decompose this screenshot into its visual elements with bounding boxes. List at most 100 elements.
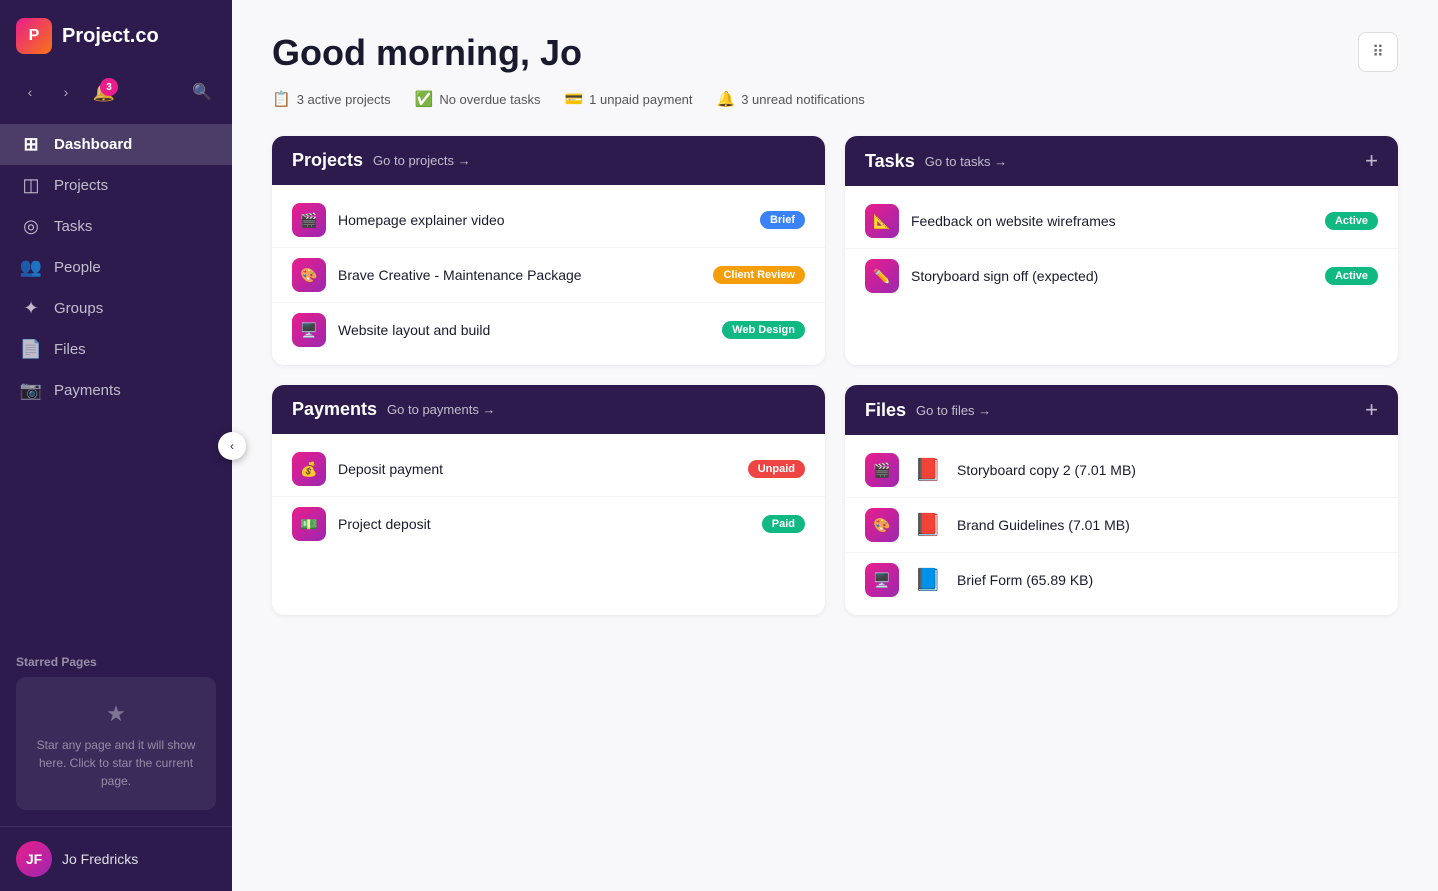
nav-controls: ‹ › 🔔 3 🔍 <box>0 72 232 120</box>
tasks-goto-link[interactable]: Go to tasks → <box>925 154 1007 169</box>
nav-forward-button[interactable]: › <box>52 78 80 106</box>
user-profile[interactable]: JF Jo Fredricks <box>0 826 232 891</box>
sidebar-item-groups[interactable]: ✦ Groups <box>0 288 232 329</box>
logo-icon: P <box>16 18 52 54</box>
avatar: 📐 <box>865 204 899 238</box>
table-row: ✏️ Storyboard sign off (expected) Active <box>845 249 1398 303</box>
bell-icon: 🔔 <box>717 90 736 108</box>
avatar: 🖥️ <box>865 563 899 597</box>
dashboard-grid: Projects Go to projects → 🎬 Homepage exp… <box>272 136 1398 615</box>
dashboard-icon: ⊞ <box>20 134 42 155</box>
projects-goto-link[interactable]: Go to projects → <box>373 153 471 168</box>
table-row: 💰 Deposit payment Unpaid <box>272 442 825 497</box>
user-name: Jo Fredricks <box>62 851 138 867</box>
sidebar-collapse-button[interactable]: ‹ <box>218 432 246 460</box>
file-label: Storyboard copy 2 (7.01 MB) <box>957 462 1378 478</box>
clipboard-icon: 📋 <box>272 90 291 108</box>
grid-view-button[interactable]: ⠿ <box>1358 32 1398 72</box>
avatar: 🎬 <box>865 453 899 487</box>
task-label: Storyboard sign off (expected) <box>911 268 1313 284</box>
projects-card: Projects Go to projects → 🎬 Homepage exp… <box>272 136 825 365</box>
search-button[interactable]: 🔍 <box>188 78 216 106</box>
sidebar-item-label: Projects <box>54 177 108 194</box>
main-content: Good morning, Jo ⠿ 📋 3 active projects ✅… <box>232 0 1438 891</box>
avatar: ✏️ <box>865 259 899 293</box>
projects-card-body: 🎬 Homepage explainer video Brief 🎨 Brave… <box>272 185 825 365</box>
payments-card-title: Payments <box>292 399 377 420</box>
table-row: 🎬 📕 Storyboard copy 2 (7.01 MB) <box>845 443 1398 498</box>
unread-notifications-text: 3 unread notifications <box>741 92 865 107</box>
files-card-body: 🎬 📕 Storyboard copy 2 (7.01 MB) 🎨 📕 Bran… <box>845 435 1398 615</box>
avatar: 🎨 <box>292 258 326 292</box>
sidebar-item-label: Groups <box>54 300 103 317</box>
project-label: Website layout and build <box>338 322 710 338</box>
payments-card-body: 💰 Deposit payment Unpaid 💵 Project depos… <box>272 434 825 559</box>
table-row: 🖥️ Website layout and build Web Design <box>272 303 825 357</box>
sidebar-item-label: Payments <box>54 382 121 399</box>
sidebar-item-label: Dashboard <box>54 136 132 153</box>
starred-empty-state: ★ Star any page and it will show here. C… <box>16 677 216 810</box>
check-icon: ✅ <box>415 90 434 108</box>
notifications-button[interactable]: 🔔 3 <box>88 76 120 108</box>
payment-label: Deposit payment <box>338 461 736 477</box>
add-task-button[interactable]: + <box>1365 150 1378 172</box>
nav-back-button[interactable]: ‹ <box>16 78 44 106</box>
app-name: Project.co <box>62 25 159 48</box>
main-nav: ⊞ Dashboard ◫ Projects ◎ Tasks 👥 People … <box>0 120 232 643</box>
tasks-card: Tasks Go to tasks → + 📐 Feedback on webs… <box>845 136 1398 365</box>
pdf-icon: 📕 <box>911 508 945 542</box>
payment-icon: 💳 <box>564 90 583 108</box>
files-card-header: Files Go to files → + <box>845 385 1398 435</box>
sidebar-item-payments[interactable]: 📷 Payments <box>0 370 232 411</box>
sidebar-item-tasks[interactable]: ◎ Tasks <box>0 206 232 247</box>
notification-badge: 3 <box>100 78 118 96</box>
table-row: 🖥️ 📘 Brief Form (65.89 KB) <box>845 553 1398 607</box>
table-row: 📐 Feedback on website wireframes Active <box>845 194 1398 249</box>
avatar: 🎬 <box>292 203 326 237</box>
avatar-initials: JF <box>26 851 42 867</box>
unpaid-payment-text: 1 unpaid payment <box>589 92 692 107</box>
summary-active-projects: 📋 3 active projects <box>272 90 391 108</box>
projects-card-title: Projects <box>292 150 363 171</box>
starred-section-title: Starred Pages <box>16 655 216 669</box>
avatar: 🖥️ <box>292 313 326 347</box>
avatar: 💵 <box>292 507 326 541</box>
main-header: Good morning, Jo ⠿ <box>272 32 1398 74</box>
status-badge: Unpaid <box>748 460 805 478</box>
sidebar-item-dashboard[interactable]: ⊞ Dashboard <box>0 124 232 165</box>
tasks-card-title: Tasks <box>865 151 915 172</box>
payment-label: Project deposit <box>338 516 750 532</box>
task-label: Feedback on website wireframes <box>911 213 1313 229</box>
overdue-tasks-text: No overdue tasks <box>439 92 540 107</box>
payments-card: Payments Go to payments → 💰 Deposit paym… <box>272 385 825 615</box>
payments-card-header: Payments Go to payments → <box>272 385 825 434</box>
status-badge: Brief <box>760 211 805 229</box>
project-label: Homepage explainer video <box>338 212 748 228</box>
sidebar-item-files[interactable]: 📄 Files <box>0 329 232 370</box>
tasks-card-body: 📐 Feedback on website wireframes Active … <box>845 186 1398 311</box>
payments-goto-link[interactable]: Go to payments → <box>387 402 495 417</box>
project-label: Brave Creative - Maintenance Package <box>338 267 701 283</box>
people-icon: 👥 <box>20 257 42 278</box>
files-card-title: Files <box>865 400 906 421</box>
table-row: 🎨 📕 Brand Guidelines (7.01 MB) <box>845 498 1398 553</box>
projects-icon: ◫ <box>20 175 42 196</box>
status-badge: Active <box>1325 212 1378 230</box>
starred-empty-text: Star any page and it will show here. Cli… <box>37 738 196 788</box>
add-file-button[interactable]: + <box>1365 399 1378 421</box>
starred-pages-section: Starred Pages ★ Star any page and it wil… <box>0 643 232 826</box>
status-badge: Active <box>1325 267 1378 285</box>
files-icon: 📄 <box>20 339 42 360</box>
pdf-icon: 📕 <box>911 453 945 487</box>
sidebar-item-people[interactable]: 👥 People <box>0 247 232 288</box>
table-row: 🎨 Brave Creative - Maintenance Package C… <box>272 248 825 303</box>
sidebar-item-projects[interactable]: ◫ Projects <box>0 165 232 206</box>
sidebar-item-label: Tasks <box>54 218 92 235</box>
doc-icon: 📘 <box>911 563 945 597</box>
summary-bar: 📋 3 active projects ✅ No overdue tasks 💳… <box>272 90 1398 108</box>
summary-notifications: 🔔 3 unread notifications <box>717 90 865 108</box>
tasks-icon: ◎ <box>20 216 42 237</box>
files-goto-link[interactable]: Go to files → <box>916 403 991 418</box>
sidebar-item-label: People <box>54 259 101 276</box>
file-label: Brief Form (65.89 KB) <box>957 572 1378 588</box>
